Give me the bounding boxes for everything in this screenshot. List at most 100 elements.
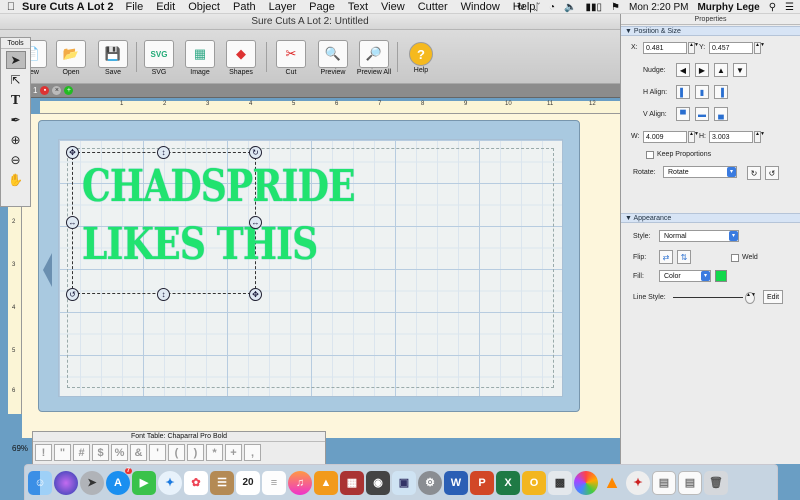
app-store-icon[interactable]: A7 [106, 467, 132, 495]
hand-pan-icon[interactable]: ✋ [6, 171, 26, 189]
outlook-icon[interactable]: O [522, 470, 546, 495]
excel-icon[interactable]: X [496, 470, 520, 495]
menu-window[interactable]: Window [461, 1, 500, 13]
line-style-select[interactable]: ▲▼ [745, 292, 756, 304]
calendar-icon[interactable]: 20 [236, 470, 260, 495]
trash-icon[interactable]: 🗑 [704, 470, 728, 495]
page-number[interactable]: 1 [33, 86, 37, 95]
design-line-1[interactable]: CHADSPRIDE [82, 158, 356, 216]
menu-app-name[interactable]: Sure Cuts A Lot 2 [22, 1, 113, 13]
help-button[interactable]: ? Help [403, 40, 439, 76]
x-field[interactable]: 0.481 [643, 42, 687, 54]
appearance-header[interactable]: ▼ Appearance [621, 213, 800, 223]
glyph-cell[interactable]: ) [187, 444, 204, 461]
svg-button[interactable]: SVG SVG [141, 40, 177, 76]
y-field[interactable]: 0.457 [709, 42, 753, 54]
app-icon-3[interactable]: ▩ [548, 470, 572, 495]
photos-icon[interactable]: ✿ [184, 470, 208, 495]
launchpad-icon[interactable]: ➤ [80, 470, 104, 495]
facetime-icon[interactable]: ▶ [132, 470, 156, 495]
resize-top-handle-icon[interactable]: ↕ [157, 146, 170, 159]
glyph-cell[interactable]: ! [35, 444, 52, 461]
notes-list-icon[interactable]: ≡ [262, 470, 286, 495]
move-handle-icon[interactable]: ✥ [66, 146, 79, 159]
resize-left-handle-icon[interactable]: ↔ [66, 216, 79, 229]
document-icon[interactable]: ▤ [652, 470, 676, 495]
menu-object[interactable]: Object [188, 1, 220, 13]
resize-right-handle-icon[interactable]: ↔ [249, 216, 262, 229]
y-stepper[interactable]: ▲▼ [754, 42, 765, 54]
app-icon-1[interactable]: ▦ [340, 470, 364, 495]
menu-cutter[interactable]: Cutter [418, 1, 448, 13]
finder-icon[interactable]: ☺ [28, 470, 52, 495]
align-middle-icon[interactable]: ▬ [695, 107, 709, 121]
notes-icon[interactable]: ☰ [210, 470, 234, 495]
keep-proportions-checkbox[interactable] [646, 151, 654, 159]
powerpoint-icon[interactable]: P [470, 470, 494, 495]
glyph-cell[interactable]: ( [168, 444, 185, 461]
menu-edit[interactable]: Edit [156, 1, 175, 13]
fill-select[interactable]: Color ▾ [659, 270, 711, 282]
resize-bottom-handle-icon[interactable]: ↕ [157, 288, 170, 301]
zoom-in-icon[interactable]: ⊕ [6, 131, 26, 149]
document-icon-2[interactable]: ▤ [678, 470, 702, 495]
align-right-icon[interactable]: ▐ [714, 85, 728, 99]
glyph-cell[interactable]: & [130, 444, 147, 461]
photos-wheel-icon[interactable] [574, 470, 598, 495]
apple-icon[interactable]:  [0, 1, 22, 13]
bluetooth-icon[interactable]: ᛢ [534, 2, 540, 13]
safari-compass-icon[interactable]: ✦ [626, 470, 650, 495]
vlc-icon[interactable]: ▲ [600, 471, 624, 495]
nudge-up-icon[interactable]: ▲ [714, 63, 728, 77]
ibooks-icon[interactable]: ▲ [314, 470, 338, 495]
itunes-icon[interactable]: ♫ [288, 470, 312, 495]
style-select[interactable]: Normal ▾ [659, 230, 739, 242]
design-line-2[interactable]: LIKES THIS [82, 216, 318, 274]
position-size-header[interactable]: ▼ Position & Size [621, 26, 800, 36]
menu-view[interactable]: View [381, 1, 405, 13]
clock[interactable]: Mon 2:20 PM [629, 2, 688, 13]
flag-icon[interactable]: ⚑ [611, 2, 620, 13]
height-field[interactable]: 3.003 [709, 131, 753, 143]
align-center-icon[interactable]: ▮ [695, 85, 709, 99]
zoom-out-icon[interactable]: ⊖ [6, 151, 26, 169]
shapes-button[interactable]: ◆ Shapes [223, 40, 259, 76]
rotate-handle-bl-icon[interactable]: ↺ [66, 288, 79, 301]
delete-page-icon[interactable]: ▪ [40, 86, 50, 95]
x-stepper[interactable]: ▲▼ [688, 42, 699, 54]
menu-page[interactable]: Page [309, 1, 335, 13]
zoom-level[interactable]: 69% [12, 444, 28, 453]
flip-horizontal-icon[interactable]: ⇄ [659, 250, 673, 264]
rotate-handle-icon[interactable]: ↻ [249, 146, 262, 159]
menu-text[interactable]: Text [348, 1, 368, 13]
nudge-down-icon[interactable]: ▼ [733, 63, 747, 77]
line-style-edit-button[interactable]: Edit [763, 290, 783, 304]
rotate-cw-icon[interactable]: ↻ [747, 166, 761, 180]
design-text[interactable]: CHADSPRIDE LIKES THIS [82, 158, 356, 288]
glyph-cell[interactable]: $ [92, 444, 109, 461]
pen-tool-icon[interactable]: ✒ [6, 111, 26, 129]
open-button[interactable]: 📂 Open [53, 40, 89, 76]
glyph-cell[interactable]: ' [149, 444, 166, 461]
preview-app-icon[interactable]: ▣ [392, 470, 416, 495]
rotate-select[interactable]: Rotate ▾ [663, 166, 737, 178]
align-bottom-icon[interactable]: ▄ [714, 107, 728, 121]
image-button[interactable]: ▦ Image [182, 40, 218, 76]
glyph-cell[interactable]: # [73, 444, 90, 461]
cut-button[interactable]: ✂ Cut [273, 40, 309, 76]
select-arrow-icon[interactable]: ➤ [5, 51, 26, 69]
glyph-cell[interactable]: + [225, 444, 242, 461]
preview-button[interactable]: 🔍 Preview [315, 40, 351, 76]
weld-checkbox[interactable] [731, 254, 739, 262]
rotate-ccw-icon[interactable]: ↺ [765, 166, 779, 180]
height-stepper[interactable]: ▲▼ [754, 131, 765, 143]
add-page-icon[interactable]: + [64, 86, 74, 95]
menu-layer[interactable]: Layer [269, 1, 297, 13]
canvas-workspace[interactable]: CHADSPRIDE LIKES THIS ✥ ↕ ↻ ↔ ↔ ↺ ↕ ✥ [22, 114, 620, 438]
save-button[interactable]: 💾 Save [95, 40, 131, 76]
battery-icon[interactable]: ▮▮▯ [586, 2, 603, 13]
fill-color-swatch[interactable] [715, 270, 727, 282]
word-icon[interactable]: W [444, 470, 468, 495]
align-top-icon[interactable]: ▀ [676, 107, 690, 121]
close-page-icon[interactable]: × [52, 86, 62, 95]
